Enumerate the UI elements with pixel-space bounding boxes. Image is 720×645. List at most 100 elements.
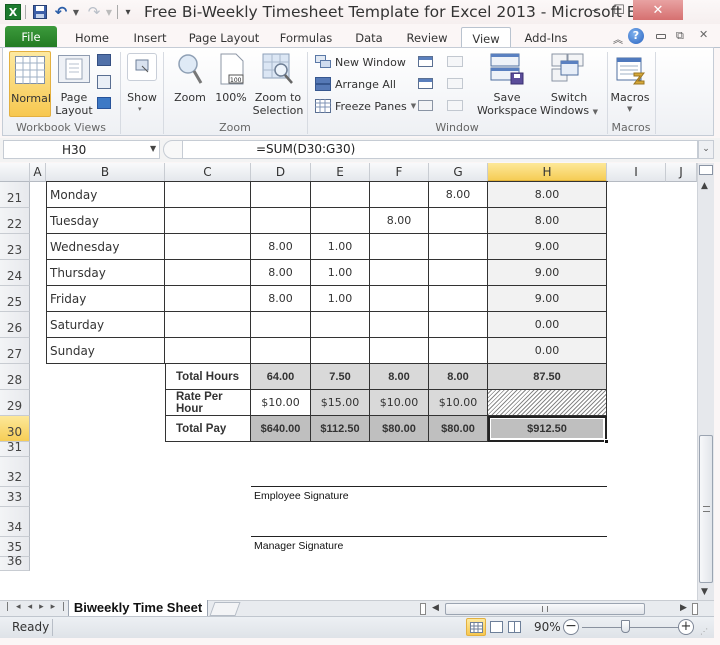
cell-h-daily-total[interactable]: 9.00 — [488, 260, 607, 286]
insert-sheet-button[interactable] — [209, 602, 241, 616]
column-header-g[interactable]: G — [429, 163, 488, 182]
expand-formula-bar-icon[interactable]: ⌄ — [698, 140, 714, 159]
summary-label[interactable]: Total Hours — [165, 364, 251, 390]
cell-d[interactable]: 8.00 — [251, 234, 311, 260]
zoom-100-button[interactable]: 100 100% — [213, 51, 249, 117]
cell-e[interactable] — [311, 182, 370, 208]
arrange-all-button[interactable]: Arrange All — [315, 75, 396, 93]
row-header-27[interactable]: 27 — [0, 338, 30, 364]
undo-icon[interactable]: ↶ — [53, 3, 69, 21]
row-header-30[interactable]: 30 — [0, 416, 30, 442]
formula-input[interactable]: =SUM(D30:G30) — [182, 140, 698, 159]
scroll-left-icon[interactable]: ◀ — [432, 603, 439, 613]
reset-window-position-icon[interactable] — [447, 100, 463, 111]
cell-e[interactable] — [311, 312, 370, 338]
column-header-b[interactable]: B — [46, 163, 165, 182]
cell-d[interactable]: 8.00 — [251, 260, 311, 286]
summary-cell-f[interactable]: 8.00 — [370, 364, 429, 390]
summary-cell-g[interactable]: 8.00 — [429, 364, 488, 390]
column-header-j[interactable]: J — [666, 163, 697, 182]
row-header-32[interactable]: 32 — [0, 457, 30, 487]
cell-e[interactable] — [311, 208, 370, 234]
row-header-22[interactable]: 22 — [0, 208, 30, 234]
workbook-close-icon[interactable]: ✕ — [699, 28, 708, 41]
normal-view-status-button[interactable] — [466, 618, 486, 636]
cell-h-daily-total[interactable]: 8.00 — [488, 182, 607, 208]
tab-data[interactable]: Data — [348, 27, 390, 48]
tab-add-ins[interactable]: Add-Ins — [520, 27, 572, 48]
cell-e[interactable]: 1.00 — [311, 286, 370, 312]
tab-review[interactable]: Review — [402, 27, 452, 48]
cell-f[interactable] — [370, 312, 429, 338]
maximize-button[interactable]: ☐ — [607, 0, 631, 20]
cell-h-daily-total[interactable]: 0.00 — [488, 338, 607, 364]
normal-view-button[interactable]: Normal — [9, 51, 51, 117]
cell-day[interactable]: Sunday — [46, 338, 165, 364]
page-break-preview-icon[interactable] — [97, 54, 111, 66]
cell-f[interactable] — [370, 260, 429, 286]
row-header-31[interactable]: 31 — [0, 440, 30, 457]
unhide-icon[interactable] — [418, 100, 433, 111]
switch-windows-button[interactable]: Switch Windows ▼ — [539, 51, 598, 117]
vertical-scrollbar[interactable]: ▲ ▼ — [697, 163, 714, 600]
scroll-up-icon[interactable]: ▲ — [701, 181, 708, 191]
scroll-down-icon[interactable]: ▼ — [701, 587, 708, 597]
cell-g[interactable] — [429, 260, 488, 286]
summary-cell-e[interactable]: $15.00 — [311, 390, 370, 416]
save-icon[interactable] — [32, 4, 48, 20]
selected-cell-h30[interactable]: $912.50 — [488, 416, 607, 442]
full-screen-icon[interactable] — [97, 97, 111, 109]
tab-insert[interactable]: Insert — [124, 27, 176, 48]
summary-cell-g[interactable]: $10.00 — [429, 390, 488, 416]
column-header-d[interactable]: D — [251, 163, 311, 182]
cell-d[interactable]: 8.00 — [251, 286, 311, 312]
page-layout-status-button[interactable] — [490, 621, 503, 633]
tab-split-handle[interactable] — [420, 603, 426, 615]
summary-cell-e[interactable]: 7.50 — [311, 364, 370, 390]
horizontal-scroll-thumb[interactable] — [445, 603, 645, 615]
cell-h-daily-total[interactable]: 8.00 — [488, 208, 607, 234]
redo-icon[interactable]: ↷ — [86, 3, 102, 21]
row-header-25[interactable]: 25 — [0, 286, 30, 312]
tab-file[interactable]: File — [5, 26, 57, 48]
summary-label[interactable]: Rate Per Hour — [165, 390, 251, 416]
cell-day[interactable]: Thursday — [46, 260, 165, 286]
sheet-tab-biweekly[interactable]: Biweekly Time Sheet — [68, 600, 208, 617]
cell-g[interactable] — [429, 286, 488, 312]
cell-c[interactable] — [165, 260, 251, 286]
name-box[interactable]: H30 ▼ — [3, 140, 160, 159]
cell-g[interactable] — [429, 234, 488, 260]
hscroll-split-handle[interactable] — [692, 603, 698, 615]
summary-cell-h[interactable] — [488, 390, 607, 416]
row-header-28[interactable]: 28 — [0, 364, 30, 390]
summary-label[interactable]: Total Pay — [165, 416, 251, 442]
cell-d[interactable] — [251, 312, 311, 338]
row-header-23[interactable]: 23 — [0, 234, 30, 260]
row-header-29[interactable]: 29 — [0, 390, 30, 416]
summary-cell-f[interactable]: $80.00 — [370, 416, 429, 442]
summary-cell-g[interactable]: $80.00 — [429, 416, 488, 442]
workbook-minimize-icon[interactable] — [656, 34, 666, 39]
row-header-24[interactable]: 24 — [0, 260, 30, 286]
new-window-button[interactable]: New Window — [315, 53, 406, 71]
save-workspace-button[interactable]: Save Workspace — [477, 51, 537, 117]
cell-c[interactable] — [165, 234, 251, 260]
zoom-out-button[interactable]: − — [563, 619, 579, 635]
zoom-slider-thumb[interactable] — [620, 620, 630, 633]
column-header-c[interactable]: C — [165, 163, 251, 182]
cell-day[interactable]: Saturday — [46, 312, 165, 338]
cell-f[interactable] — [370, 338, 429, 364]
summary-cell-d[interactable]: $10.00 — [251, 390, 311, 416]
close-button[interactable]: ✕ — [633, 0, 683, 20]
macros-button[interactable]: Macros ▼ — [610, 51, 650, 117]
cell-f[interactable]: 8.00 — [370, 208, 429, 234]
tab-page-layout[interactable]: Page Layout — [186, 27, 262, 48]
column-header-i[interactable]: I — [607, 163, 666, 182]
row-header-34[interactable]: 34 — [0, 507, 30, 537]
cell-e[interactable]: 1.00 — [311, 260, 370, 286]
cell-g[interactable] — [429, 338, 488, 364]
row-header-33[interactable]: 33 — [0, 487, 30, 507]
collapse-ribbon-icon[interactable]: ︽ — [613, 31, 623, 46]
cell-c[interactable] — [165, 338, 251, 364]
next-sheet-icon[interactable]: ▸ — [39, 602, 51, 612]
